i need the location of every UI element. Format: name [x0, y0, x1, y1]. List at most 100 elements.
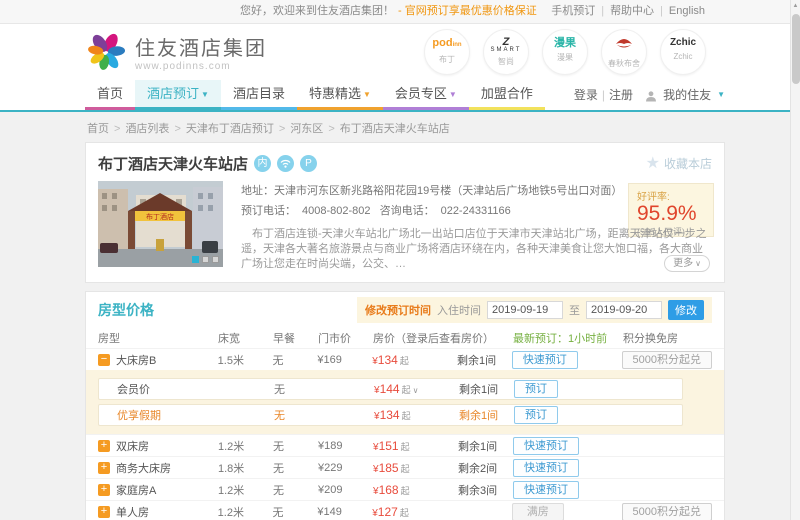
collapse-icon[interactable]: −: [98, 353, 110, 366]
my-account-link[interactable]: 我的住友: [663, 80, 711, 110]
chevron-down-icon: ▼: [717, 90, 725, 99]
topbar-link-mobile[interactable]: 手机预订: [551, 5, 595, 17]
brand-chunqiu[interactable]: 春秋布舍: [601, 29, 647, 75]
separator: |: [601, 5, 605, 17]
photo-carousel-dots[interactable]: [192, 256, 219, 263]
topbar: 您好，欢迎来到住友酒店集团！ - 官网预订享最优惠价格保证 手机预订 | 帮助中心 | E…: [0, 0, 800, 24]
nav-item-directory[interactable]: 酒店目录: [220, 80, 297, 110]
topbar-link-english[interactable]: English: [669, 5, 705, 17]
col-bed: 床宽: [218, 333, 240, 345]
book-button[interactable]: 预订: [514, 406, 558, 424]
breadcrumb: 首页 > 酒店列表 > 天津布丁酒店预订 > 河东区 > 布丁酒店天津火车站店: [85, 112, 725, 142]
modify-dates-title: 修改预订时间: [365, 305, 431, 317]
brand-podinn[interactable]: podinn 布丁: [424, 29, 470, 75]
nav-item-specials[interactable]: 特惠精选 ▼: [296, 80, 383, 110]
full-room-button: 满房: [511, 502, 564, 520]
quick-book-button[interactable]: 快速预订: [511, 350, 578, 369]
logo[interactable]: 住友酒店集团 www.podinns.com: [85, 31, 267, 73]
modify-dates-bar: 修改预订时间 入住时间 至 修改: [357, 297, 712, 323]
nav-item-members[interactable]: 会员专区 ▼: [382, 80, 469, 110]
breadcrumb-city[interactable]: 天津布丁酒店预订: [186, 123, 274, 135]
favorite-label: 收藏本店: [663, 156, 712, 171]
address-text: 天津市河东区新兆路裕阳花园19号楼（天津站后广场地铁5号出口对面）: [274, 185, 623, 197]
quick-book-button[interactable]: 快速预订: [513, 458, 579, 477]
scroll-up-icon[interactable]: ▲: [791, 0, 800, 9]
points-redeem-button[interactable]: 5000积分起兑: [621, 350, 713, 369]
table-row: − 大床房B 1.5米 无 ¥169 ¥134 起 剩余1间 快速预订 5000积分…: [86, 348, 724, 370]
expand-icon[interactable]: +: [98, 439, 110, 452]
more-button[interactable]: 更多 ∨: [664, 255, 710, 272]
register-link[interactable]: 注册: [609, 80, 633, 110]
breadcrumb-sep: >: [174, 123, 181, 135]
expand-icon[interactable]: +: [98, 483, 110, 496]
room-stock: 剩余2间: [458, 462, 498, 475]
breadcrumb-sep: >: [278, 123, 286, 135]
chevron-down-icon: ∨: [695, 259, 701, 268]
address-label: 地址：: [241, 185, 274, 197]
room-bed: 1.8米: [218, 462, 245, 475]
table-row: + 单人房 1.2米 无 ¥149 ¥127 起 满房 5000积分起兑: [86, 500, 724, 520]
favorite-button[interactable]: ★ 收藏本店: [646, 153, 712, 173]
room-price: ¥134 起: [372, 352, 409, 367]
rating-label: 好评率:: [637, 192, 670, 203]
rate-options-panel: 会员价 无 ¥144 起 ∨ 剩余1间 预订 优享假期 无 ¥134 起 剩余1间 预…: [86, 370, 724, 434]
to-label: 至: [569, 305, 580, 317]
checkout-date-input[interactable]: [586, 301, 662, 319]
quick-book-button[interactable]: 快速预订: [513, 480, 579, 499]
nav-item-home[interactable]: 首页: [85, 80, 136, 110]
scrollbar-thumb[interactable]: [792, 14, 800, 84]
hotel-photo-image: 布丁酒店: [98, 181, 223, 267]
carousel-dot[interactable]: [212, 256, 219, 263]
room-price: ¥127 起: [372, 504, 409, 519]
indoor-amenity-icon: 内: [254, 154, 272, 172]
brand-list: podinn 布丁 Z SMART 智尚 漫果 漫果 春秋布舍 Zchic Zc…: [424, 29, 706, 75]
promo-link[interactable]: - 官网预订享最优惠价格保证: [398, 5, 537, 17]
topbar-link-help[interactable]: 帮助中心: [610, 5, 654, 17]
room-breakfast: 无: [273, 440, 284, 453]
carousel-dot-active[interactable]: [192, 256, 199, 263]
table-row: + 商务大床房 1.8米 无 ¥229 ¥185 起 剩余2间 快速预订: [86, 456, 724, 478]
rate-name: 会员价: [117, 384, 150, 396]
scrollbar[interactable]: ▲: [790, 0, 800, 520]
star-icon: ★: [645, 155, 660, 172]
room-list-price: ¥169: [317, 353, 342, 366]
room-name: 家庭房A: [116, 484, 157, 497]
room-price: ¥168 起: [373, 482, 410, 497]
brand-zsmart[interactable]: Z SMART 智尚: [483, 29, 529, 75]
checkin-date-input[interactable]: [487, 301, 563, 319]
brand-podinn-label: 布丁: [439, 55, 455, 64]
logo-title: 住友酒店集团: [135, 38, 267, 60]
modify-submit-button[interactable]: 修改: [668, 300, 704, 320]
table-row: + 双床房 1.2米 无 ¥189 ¥151 起 剩余1间 快速预订: [86, 434, 724, 456]
brand-zsmart-logo: Z: [502, 36, 510, 48]
brand-manguo[interactable]: 漫果 漫果: [542, 29, 588, 75]
rate-price: ¥134 起: [374, 408, 411, 422]
consult-phone: 022-24331166: [440, 205, 511, 217]
carousel-dot[interactable]: [202, 256, 209, 263]
nav-item-franchise[interactable]: 加盟合作: [468, 80, 545, 110]
chevron-down-icon: ▼: [448, 90, 457, 99]
login-link[interactable]: 登录: [574, 80, 598, 110]
breadcrumb-sep: >: [328, 123, 335, 135]
brand-zchic[interactable]: Zchic Zchic: [660, 29, 706, 75]
room-stock: 剩余1间: [456, 354, 497, 367]
col-room: 房型: [98, 333, 120, 345]
breadcrumb-home[interactable]: 首页: [87, 123, 109, 135]
breadcrumb-hotel-list[interactable]: 酒店列表: [125, 123, 169, 135]
brand-zsmart-label: 智尚: [498, 57, 514, 66]
brand-chunqiu-label: 春秋布舍: [608, 59, 640, 68]
col-price: 房价（登录后查看房价）: [373, 333, 494, 345]
room-price: ¥151 起: [373, 438, 410, 453]
nav-item-booking[interactable]: 酒店预订 ▼: [135, 80, 221, 110]
expand-icon[interactable]: +: [98, 505, 110, 518]
room-table-header: 房型 床宽 早餐 门市价 房价（登录后查看房价） 最新预订：1小时前 积分换免房: [86, 328, 724, 348]
hotel-photo[interactable]: 布丁酒店: [98, 181, 223, 267]
breadcrumb-district[interactable]: 河东区: [290, 123, 323, 135]
points-redeem-button[interactable]: 5000积分起兑: [621, 502, 713, 520]
rate-breakfast: 无: [274, 410, 285, 422]
quick-book-button[interactable]: 快速预订: [513, 436, 579, 455]
room-name: 双床房: [116, 440, 149, 453]
expand-icon[interactable]: +: [98, 461, 110, 474]
chevron-down-icon[interactable]: ∨: [413, 386, 419, 395]
book-button[interactable]: 预订: [514, 380, 558, 398]
